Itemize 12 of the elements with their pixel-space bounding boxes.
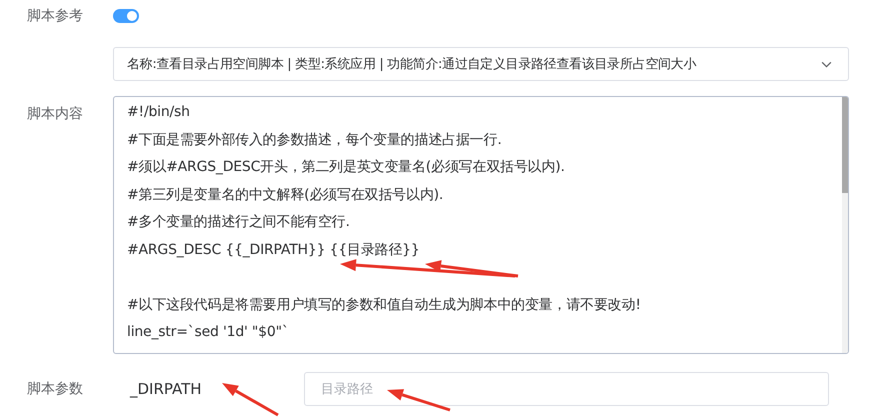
annotation-arrow bbox=[222, 383, 279, 416]
toggle-switch[interactable] bbox=[113, 9, 139, 23]
script-content-field[interactable]: #!/bin/sh #下面是需要外部传入的参数描述，每个变量的描述占据一行. #须以#ARGS_DESC开头，第二列是英文变量名(必须写在双括号以内). #第三列是变量名的中文解释(必须写在双括号以内). #多个变量的描述行之间不能有空行. #ARGS_DESC {{_DIRPATH}} {{目录路径}} #以下这段代码是将需要用户填写的参数和值自动生成为脚本中的变量，请不要改动! line_str=`sed '1d' "$0"` bbox=[114, 97, 842, 353]
script-select[interactable]: 名称:查看目录占用空间脚本 | 类型:系统应用 | 功能简介:通过自定义目录路径查看该目录所占空间大小 bbox=[113, 47, 849, 81]
chevron-down-icon bbox=[821, 60, 832, 68]
param-input-field[interactable]: 目录路径 bbox=[304, 372, 829, 406]
annotation-arrow bbox=[387, 389, 450, 412]
field-label: 脚本参数 bbox=[27, 380, 84, 398]
param-name: _DIRPATH bbox=[128, 380, 203, 398]
field-label: 脚本参考 bbox=[27, 7, 84, 25]
field-label: 脚本内容 bbox=[27, 105, 84, 123]
scrollbar-thumb[interactable] bbox=[842, 97, 848, 193]
